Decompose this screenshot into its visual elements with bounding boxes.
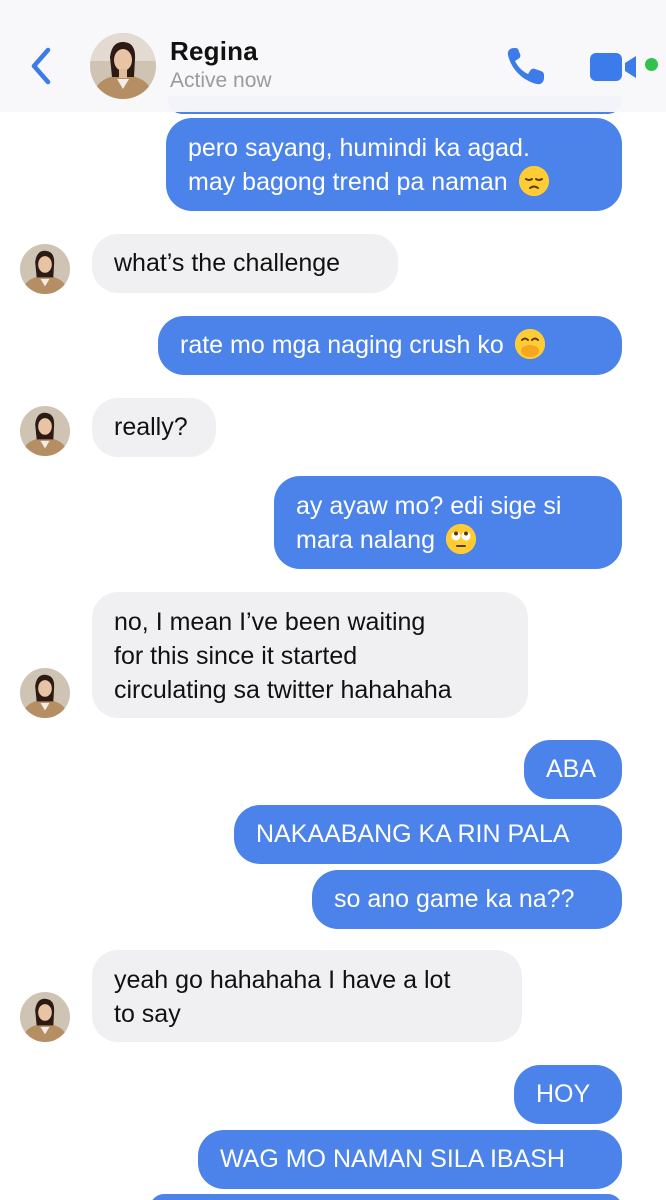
message-bubble-sent[interactable]: ABA [524,740,622,799]
message-bubble-partial [150,1194,622,1200]
video-call-button[interactable] [588,50,640,84]
message-text: may bagong trend pa naman [188,168,508,196]
message-text: for this since it started [114,642,358,670]
message-bubble-sent[interactable]: pero sayang, humindi ka agad. may bagong… [166,118,622,211]
message-text: so ano game ka na?? [334,885,575,913]
message-text: ay ayaw mo? edi sige si [296,492,562,520]
message-text: WAG MO NAMAN SILA IBASH [220,1145,565,1173]
pensive-face-icon [518,166,549,196]
online-indicator [645,58,658,71]
message-text: to say [114,1000,181,1028]
face-with-rolling-eyes-icon [445,524,476,554]
contact-avatar[interactable] [90,33,156,99]
message-text: what’s the challenge [114,249,341,277]
call-button[interactable] [504,44,552,88]
video-camera-icon [590,53,636,81]
message-text: no, I mean I’ve been waiting [114,608,426,636]
chat-screen: Regina Active now pero sayang, humindi k… [0,0,666,1200]
message-text: mara nalang [296,526,435,554]
message-bubble-received[interactable]: no, I mean I’ve been waiting for this si… [92,592,528,718]
contact-name[interactable]: Regina [170,36,258,67]
message-bubble-received[interactable]: yeah go hahahaha I have a lot to say [92,950,522,1042]
message-text: really? [114,413,188,441]
message-text: HOY [536,1080,591,1108]
active-status: Active now [170,69,272,92]
message-text: ABA [546,755,597,783]
back-button[interactable] [26,42,58,90]
chat-header: Regina Active now [0,0,666,112]
message-text: rate mo mga naging crush ko [180,331,504,359]
chevron-left-icon [31,47,51,85]
message-text: NAKAABANG KA RIN PALA [256,820,570,848]
message-bubble-sent[interactable]: HOY [514,1065,622,1124]
message-bubble-sent[interactable]: so ano game ka na?? [312,870,622,929]
face-with-hand-over-mouth-icon [514,329,545,359]
message-bubble-received[interactable]: really? [92,398,216,457]
message-text: yeah go hahahaha I have a lot [114,966,451,994]
sender-avatar[interactable] [20,992,70,1042]
message-bubble-sent[interactable]: WAG MO NAMAN SILA IBASH [198,1130,622,1189]
sender-avatar[interactable] [20,244,70,294]
message-bubble-sent[interactable]: NAKAABANG KA RIN PALA [234,805,622,864]
phone-icon [507,48,544,85]
message-text: circulating sa twitter hahahaha [114,676,452,704]
message-bubble-received[interactable]: what’s the challenge [92,234,398,293]
message-text: pero sayang, humindi ka agad. [188,134,530,162]
sender-avatar[interactable] [20,668,70,718]
message-bubble-sent[interactable]: rate mo mga naging crush ko [158,316,622,375]
sender-avatar[interactable] [20,406,70,456]
message-bubble-sent[interactable]: ay ayaw mo? edi sige si mara nalang [274,476,622,569]
